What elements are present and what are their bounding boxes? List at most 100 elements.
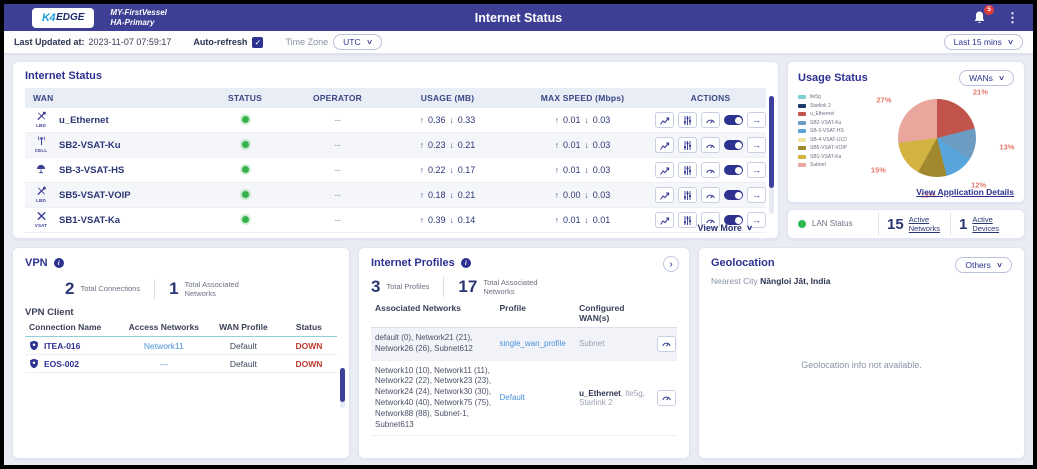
usage-legend: lte5g Starlink 2 u_Ethernet — [798, 90, 870, 186]
legend-swatch — [798, 146, 806, 150]
speed-test-button[interactable] — [701, 187, 720, 203]
wan-details-button[interactable]: → — [747, 187, 766, 203]
upload-arrow-icon: ↑ — [555, 140, 559, 150]
configure-button[interactable] — [678, 137, 697, 153]
legend-label: SB5-VSAT-VOIP — [810, 145, 847, 151]
vpn-row[interactable]: ITEA-016 Network11 Default DOWN — [25, 337, 337, 355]
vpn-row[interactable]: EOS-002 --- Default DOWN — [25, 355, 337, 373]
gauge-icon — [705, 140, 716, 151]
profile-link[interactable]: single_wan_profile — [500, 339, 580, 348]
profile-speed-test-button[interactable] — [657, 336, 676, 352]
download-arrow-icon: ↓ — [450, 140, 454, 150]
active-networks-link[interactable]: Active Networks — [909, 215, 942, 233]
stat-label: Total Profiles — [386, 282, 429, 291]
wan-table-row[interactable]: SB-3-VSAT-HS -- ↑0.22 ↓0.17 ↑0.01 ↓0.03 — [25, 158, 766, 183]
wan-name: SB1-VSAT-Ka — [59, 215, 120, 226]
connection-name: ITEA-016 — [44, 341, 80, 351]
time-range-select[interactable]: Last 15 mins ∨ — [944, 34, 1023, 50]
column-wan: WAN — [25, 93, 200, 103]
configured-wan-rest: Subnet — [579, 339, 604, 348]
stat-value: 3 — [371, 277, 380, 297]
scrollbar-thumb[interactable] — [769, 96, 774, 188]
profile-link[interactable]: Default — [500, 393, 580, 402]
speed-test-button[interactable] — [701, 112, 720, 128]
time-zone-select[interactable]: UTC ∨ — [333, 34, 382, 50]
wan-enable-toggle[interactable] — [724, 190, 743, 200]
access-networks-link[interactable]: --- — [122, 359, 206, 369]
wan-table-row[interactable]: LBD u_Ethernet -- ↑0.36 ↓0.33 — [25, 108, 766, 133]
chevron-down-icon: ∨ — [998, 74, 1005, 82]
wan-profile-value: Default — [206, 341, 281, 351]
usage-download: 0.21 — [458, 140, 476, 150]
arrow-right-icon: → — [752, 140, 761, 150]
view-more-button[interactable]: View More ∨ — [698, 223, 752, 233]
wan-details-button[interactable]: → — [747, 162, 766, 178]
wan-enable-toggle[interactable] — [724, 115, 743, 125]
profiles-table: default (0), Network21 (21), Network26 (… — [371, 328, 677, 456]
column-operator: OPERATOR — [290, 93, 385, 103]
configure-button[interactable] — [678, 162, 697, 178]
configure-button[interactable] — [678, 187, 697, 203]
wan-table-row[interactable]: LBD SB5-VSAT-VOIP -- ↑0.18 ↓0.21 — [25, 183, 766, 208]
app-logo[interactable]: K4 EDGE — [32, 8, 94, 28]
column-status: STATUS — [200, 93, 290, 103]
wan-profile-value: Default — [206, 359, 281, 369]
nearest-city-value: Nāngloi Jāt, India — [760, 276, 830, 286]
legend-swatch — [798, 95, 806, 99]
profile-row[interactable]: Network10 (10), Network11 (11), Network2… — [371, 361, 677, 437]
vessel-name: MY-FirstVessel — [110, 8, 166, 18]
associated-networks-value: default (0), Network21 (21), Network26 (… — [371, 333, 500, 355]
wan-details-button[interactable]: → — [747, 137, 766, 153]
usage-upload: 0.22 — [428, 165, 446, 175]
vpn-stats: 2 Total Connections 1 Total Associated N… — [65, 279, 337, 299]
scrollbar-thumb[interactable] — [340, 368, 345, 402]
info-icon[interactable]: i — [461, 258, 471, 268]
notifications-button[interactable]: 5 — [972, 10, 988, 26]
graph-icon — [659, 115, 670, 126]
sliders-icon — [682, 190, 693, 201]
kebab-menu-icon[interactable]: ⋮ — [1006, 11, 1019, 24]
geolocation-filter-select[interactable]: Others ∨ — [955, 257, 1012, 273]
wan-details-button[interactable]: → — [747, 112, 766, 128]
usage-graph-button[interactable] — [655, 112, 674, 128]
legend-label: SB2-VSAT-Ku — [810, 120, 841, 126]
usage-graph-button[interactable] — [655, 162, 674, 178]
shield-icon — [29, 340, 39, 351]
expand-panel-button[interactable]: › — [663, 256, 679, 272]
usage-filter-select[interactable]: WANs ∨ — [959, 70, 1014, 86]
usage-graph-button[interactable] — [655, 212, 674, 228]
wan-enable-toggle[interactable] — [724, 165, 743, 175]
profiles-stat: 3 Total Profiles — [371, 277, 429, 297]
configure-button[interactable] — [678, 112, 697, 128]
usage-graph-button[interactable] — [655, 187, 674, 203]
usage-pie-chart[interactable] — [898, 99, 976, 177]
speed-test-button[interactable] — [701, 162, 720, 178]
upload-arrow-icon: ↑ — [420, 165, 424, 175]
active-devices-link[interactable]: Active Devices — [972, 215, 1014, 233]
download-arrow-icon: ↓ — [450, 215, 454, 225]
legend-item: u_Ethernet — [798, 111, 870, 117]
vpn-scrollbar[interactable] — [340, 368, 345, 408]
wan-table-row[interactable]: CELL SB2-VSAT-Ku -- ↑0.23 ↓0.21 — [25, 133, 766, 158]
vpn-panel: VPN i 2 Total Connections 1 Total Associ… — [12, 247, 350, 459]
usage-graph-button[interactable] — [655, 137, 674, 153]
wan-enable-toggle[interactable] — [724, 140, 743, 150]
gauge-icon — [661, 338, 672, 349]
legend-label: Subnet — [810, 162, 826, 168]
view-application-details-link[interactable]: View Application Details — [916, 187, 1014, 197]
profile-speed-test-button[interactable] — [657, 390, 676, 406]
lan-status-panel: LAN Status 15 Active Networks 1 Active D… — [787, 209, 1025, 239]
auto-refresh-label: Auto-refresh — [193, 37, 247, 47]
upload-arrow-icon: ↑ — [555, 165, 559, 175]
info-icon[interactable]: i — [54, 258, 64, 268]
speed-test-button[interactable] — [701, 137, 720, 153]
auto-refresh-checkbox[interactable]: ✓ — [252, 37, 263, 48]
access-networks-link[interactable]: Network11 — [122, 341, 206, 351]
column-wan-profile: WAN Profile — [206, 322, 281, 332]
table-scrollbar[interactable] — [769, 96, 774, 214]
profile-row[interactable]: default (0), Network21 (21), Network26 (… — [371, 328, 677, 361]
legend-swatch — [798, 104, 806, 108]
download-arrow-icon: ↓ — [585, 190, 589, 200]
wan-table-row[interactable]: VSAT SB1-VSAT-Ka -- ↑0.39 ↓0.14 — [25, 208, 766, 233]
configure-button[interactable] — [678, 212, 697, 228]
